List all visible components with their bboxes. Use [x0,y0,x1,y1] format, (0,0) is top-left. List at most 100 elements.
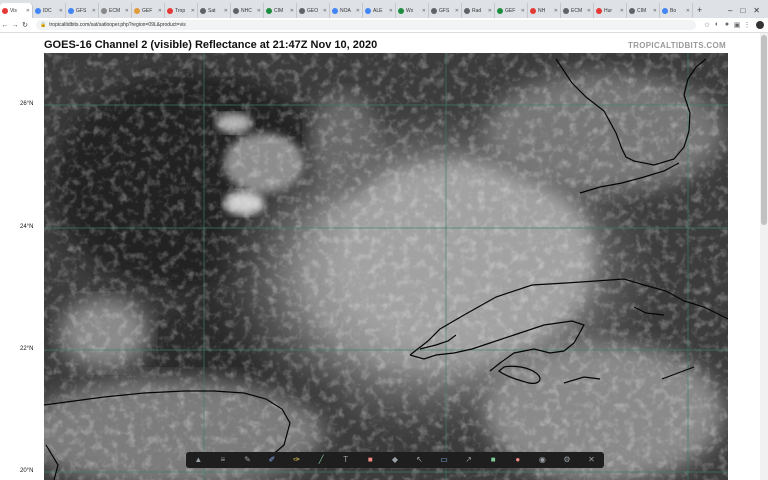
tab-close-icon[interactable]: ✕ [158,8,162,14]
tab-close-icon[interactable]: ✕ [554,8,558,14]
browser-tab[interactable]: ECM ✕ [561,3,594,18]
tab-favicon-icon [464,7,470,14]
lat-label-24n: 24°N [20,224,34,230]
shape-tool-icon[interactable]: ■ [365,455,375,465]
tab-favicon-icon [200,7,206,14]
browser-tab[interactable]: ALE ✕ [363,3,396,18]
extension-icon[interactable]: ▣ [732,21,742,29]
forward-button[interactable]: → [10,22,20,29]
tab-favicon-icon [662,7,668,14]
satellite-image [44,53,728,480]
browser-tab[interactable]: GEO ✕ [297,3,330,18]
tab-label: ECM [571,7,583,14]
reload-button[interactable]: ↻ [20,21,30,29]
profile-avatar[interactable] [756,21,764,29]
tab-label: GFS [76,7,87,14]
browser-tab[interactable]: IDC ✕ [33,3,66,18]
tab-close-icon[interactable]: ✕ [92,8,96,14]
scrollbar-thumb[interactable] [761,35,767,225]
lat-label-22n: 22°N [20,346,34,352]
minimize-button[interactable]: – [728,6,732,15]
tab-favicon-icon [629,7,635,14]
window-controls: – □ ✕ [720,3,768,18]
tab-close-icon[interactable]: ✕ [620,8,624,14]
browser-tab[interactable]: Sat ✕ [198,3,231,18]
tab-label: NOA [340,7,351,14]
tab-close-icon[interactable]: ✕ [224,8,228,14]
tab-close-icon[interactable]: ✕ [455,8,459,14]
line-tool-icon[interactable]: ╱ [316,455,326,465]
tab-close-icon[interactable]: ✕ [653,8,657,14]
browser-tab[interactable]: GFS ✕ [66,3,99,18]
select-tool-icon[interactable]: ↖ [414,455,424,465]
browser-tab[interactable]: GEF ✕ [132,3,165,18]
tab-label: Hur [604,7,613,14]
pen-tool-icon[interactable]: ✎ [242,455,252,465]
camera-tool-icon[interactable]: ◉ [537,455,547,465]
tab-label: Bo [670,7,677,14]
tab-close-icon[interactable]: ✕ [356,8,360,14]
browser-tab[interactable]: NHC ✕ [231,3,264,18]
browser-tab[interactable]: NH ✕ [528,3,561,18]
new-tab-button[interactable]: + [693,3,706,18]
browser-tab[interactable]: Rad ✕ [462,3,495,18]
tab-close-icon[interactable]: ✕ [125,8,129,14]
extension-icon[interactable]: ◐ [712,21,722,29]
tab-close-icon[interactable]: ✕ [59,8,63,14]
browser-tab[interactable]: GEF ✕ [495,3,528,18]
tab-favicon-icon [35,7,41,14]
color-tool-icon[interactable]: ■ [488,455,498,465]
browser-tab[interactable]: Vis ✕ [0,3,33,18]
highlighter-tool-icon[interactable]: ✐ [267,455,277,465]
extension-icon[interactable]: ● [722,21,732,29]
browser-tab[interactable]: GFS ✕ [429,3,462,18]
tab-label: GEF [142,7,153,14]
tab-label: GEF [505,7,516,14]
browser-tab[interactable]: CIM ✕ [264,3,297,18]
back-button[interactable]: ← [0,22,10,29]
extension-icon[interactable]: ☆ [702,21,712,29]
tab-label: GFS [439,7,450,14]
tab-close-icon[interactable]: ✕ [587,8,591,14]
maximize-button[interactable]: □ [740,6,745,15]
extension-icon[interactable]: ⋮ [742,21,752,29]
browser-tab[interactable]: Bo ✕ [660,3,693,18]
tab-favicon-icon [134,7,140,14]
tab-close-icon[interactable]: ✕ [422,8,426,14]
browser-tab[interactable]: NOA ✕ [330,3,363,18]
settings-tool-icon[interactable]: ⚙ [562,455,572,465]
eraser-tool-icon[interactable]: ◆ [390,455,400,465]
browser-tab[interactable]: ECM ✕ [99,3,132,18]
tab-label: Vis [10,7,17,14]
arrow-tool-icon[interactable]: ↗ [464,455,474,465]
screen-tool-icon[interactable]: ▭ [439,455,449,465]
tab-close-icon[interactable]: ✕ [521,8,525,14]
marker-tool-icon[interactable]: ✑ [292,455,302,465]
layers-tool-icon[interactable]: ≡ [218,455,228,465]
tab-favicon-icon [596,7,602,14]
browser-tab[interactable]: Hur ✕ [594,3,627,18]
tab-close-icon[interactable]: ✕ [389,8,393,14]
tab-favicon-icon [101,7,107,14]
page-scrollbar[interactable] [760,33,768,480]
pointer-tool-icon[interactable]: ▲ [193,455,203,465]
tab-favicon-icon [563,7,569,14]
browser-tab[interactable]: Wx ✕ [396,3,429,18]
tab-close-icon[interactable]: ✕ [26,8,30,14]
tab-close-icon[interactable]: ✕ [257,8,261,14]
url-field[interactable]: 🔒 tropicaltidbits.com/sat/satlooper.php?… [36,20,696,30]
browser-tab[interactable]: Trop ✕ [165,3,198,18]
page-title: GOES-16 Channel 2 (visible) Reflectance … [44,39,378,51]
browser-tab[interactable]: CIM ✕ [627,3,660,18]
url-text: tropicaltidbits.com/sat/satlooper.php?re… [49,22,186,28]
text-tool-icon[interactable]: T [341,455,351,465]
tab-close-icon[interactable]: ✕ [290,8,294,14]
tab-list: Vis ✕ IDC ✕ GFS ✕ ECM ✕ GEF ✕ Trop ✕ Sat ✕ NHC ✕ CIM ✕ GEO… [0,3,693,18]
tab-close-icon[interactable]: ✕ [488,8,492,14]
record-tool-icon[interactable]: ● [513,455,523,465]
tab-close-icon[interactable]: ✕ [191,8,195,14]
tab-close-icon[interactable]: ✕ [323,8,327,14]
close-window-button[interactable]: ✕ [753,6,760,15]
tab-close-icon[interactable]: ✕ [686,8,690,14]
close-tool-icon[interactable]: ✕ [587,455,597,465]
